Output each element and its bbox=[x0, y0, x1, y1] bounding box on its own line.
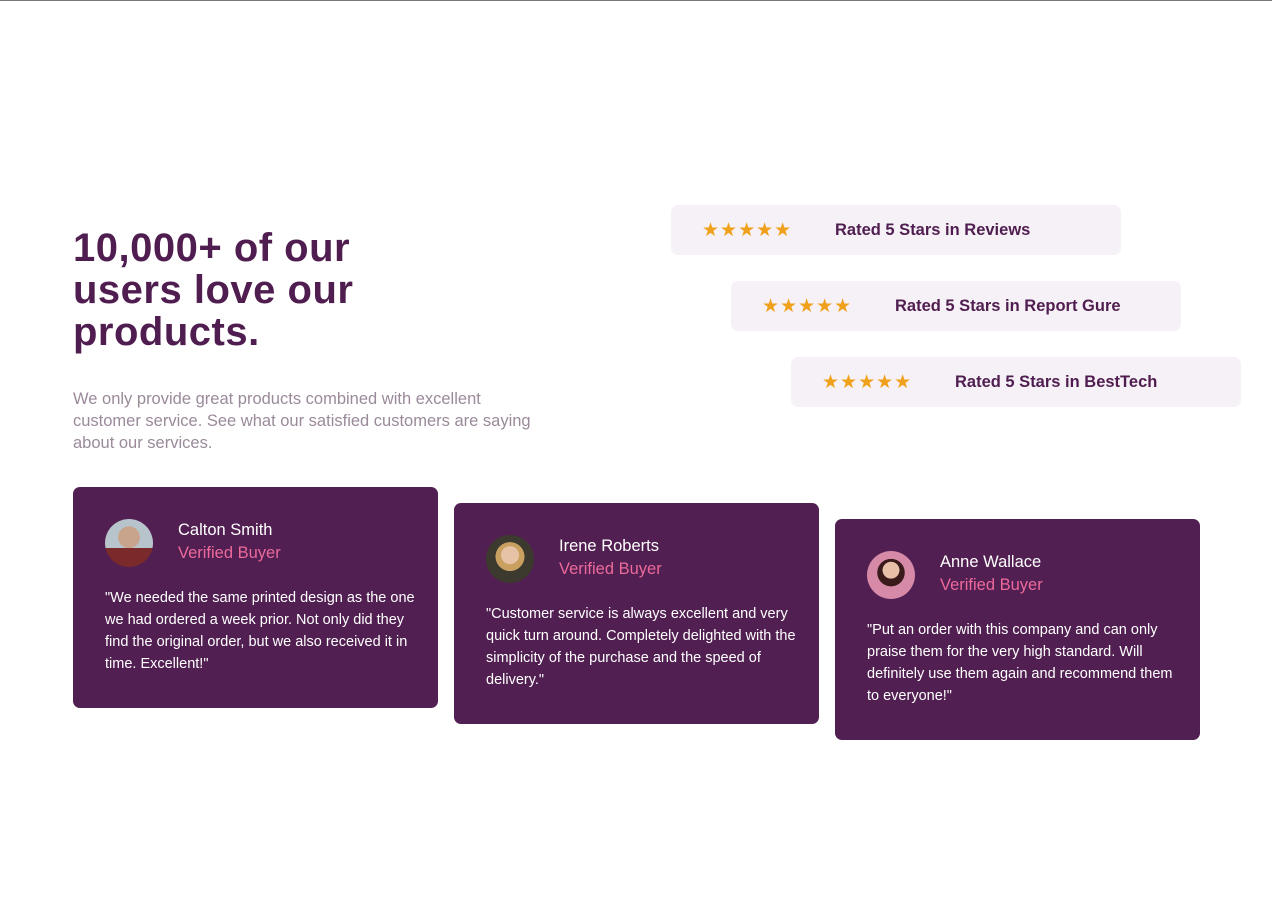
page-title: 10,000+ of our users love our products. bbox=[73, 226, 354, 354]
verified-badge: Verified Buyer bbox=[940, 576, 1043, 594]
rating-besttech: ★★★★★ Rated 5 Stars in BestTech bbox=[791, 357, 1241, 407]
testimonial-card: Anne Wallace Verified Buyer "Put an orde… bbox=[835, 519, 1200, 740]
rating-label: Rated 5 Stars in Report Gure bbox=[895, 296, 1121, 315]
verified-badge: Verified Buyer bbox=[559, 560, 662, 578]
rating-label: Rated 5 Stars in BestTech bbox=[955, 372, 1158, 391]
testimonial-quote: "Put an order with this company and can … bbox=[867, 622, 1173, 704]
star-rating-icon: ★★★★★ bbox=[762, 295, 853, 317]
rating-reviews: ★★★★★ Rated 5 Stars in Reviews bbox=[671, 205, 1121, 255]
star-rating-icon: ★★★★★ bbox=[822, 371, 913, 393]
reviewer-name: Anne Wallace bbox=[940, 553, 1042, 571]
avatar bbox=[105, 519, 153, 567]
verified-badge: Verified Buyer bbox=[178, 544, 281, 562]
hero-description: We only provide great products combined … bbox=[73, 390, 531, 452]
testimonial-card: Irene Roberts Verified Buyer "Customer s… bbox=[454, 503, 819, 724]
rating-label: Rated 5 Stars in Reviews bbox=[835, 220, 1031, 239]
reviewer-name: Calton Smith bbox=[178, 521, 273, 539]
reviewer-name: Irene Roberts bbox=[559, 537, 659, 555]
testimonial-quote: "We needed the same printed design as th… bbox=[105, 590, 415, 672]
testimonial-card: Calton Smith Verified Buyer "We needed t… bbox=[73, 487, 438, 708]
rating-report-gure: ★★★★★ Rated 5 Stars in Report Gure bbox=[731, 281, 1181, 331]
avatar bbox=[486, 535, 534, 583]
testimonial-quote: "Customer service is always excellent an… bbox=[486, 606, 796, 688]
star-rating-icon: ★★★★★ bbox=[702, 219, 793, 241]
avatar bbox=[867, 551, 915, 599]
